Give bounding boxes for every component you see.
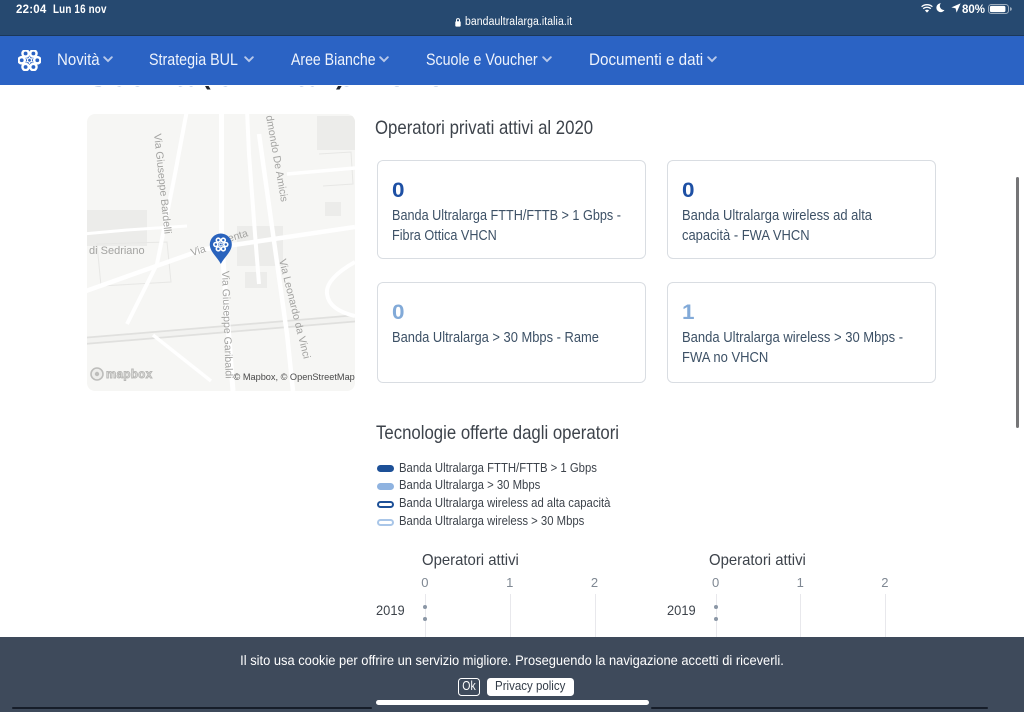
svg-text:© Mapbox, © OpenStreetMap: © Mapbox, © OpenStreetMap xyxy=(234,372,355,382)
svg-text:mapbox: mapbox xyxy=(106,369,153,381)
svg-text:di Sedriano: di Sedriano xyxy=(89,245,145,257)
